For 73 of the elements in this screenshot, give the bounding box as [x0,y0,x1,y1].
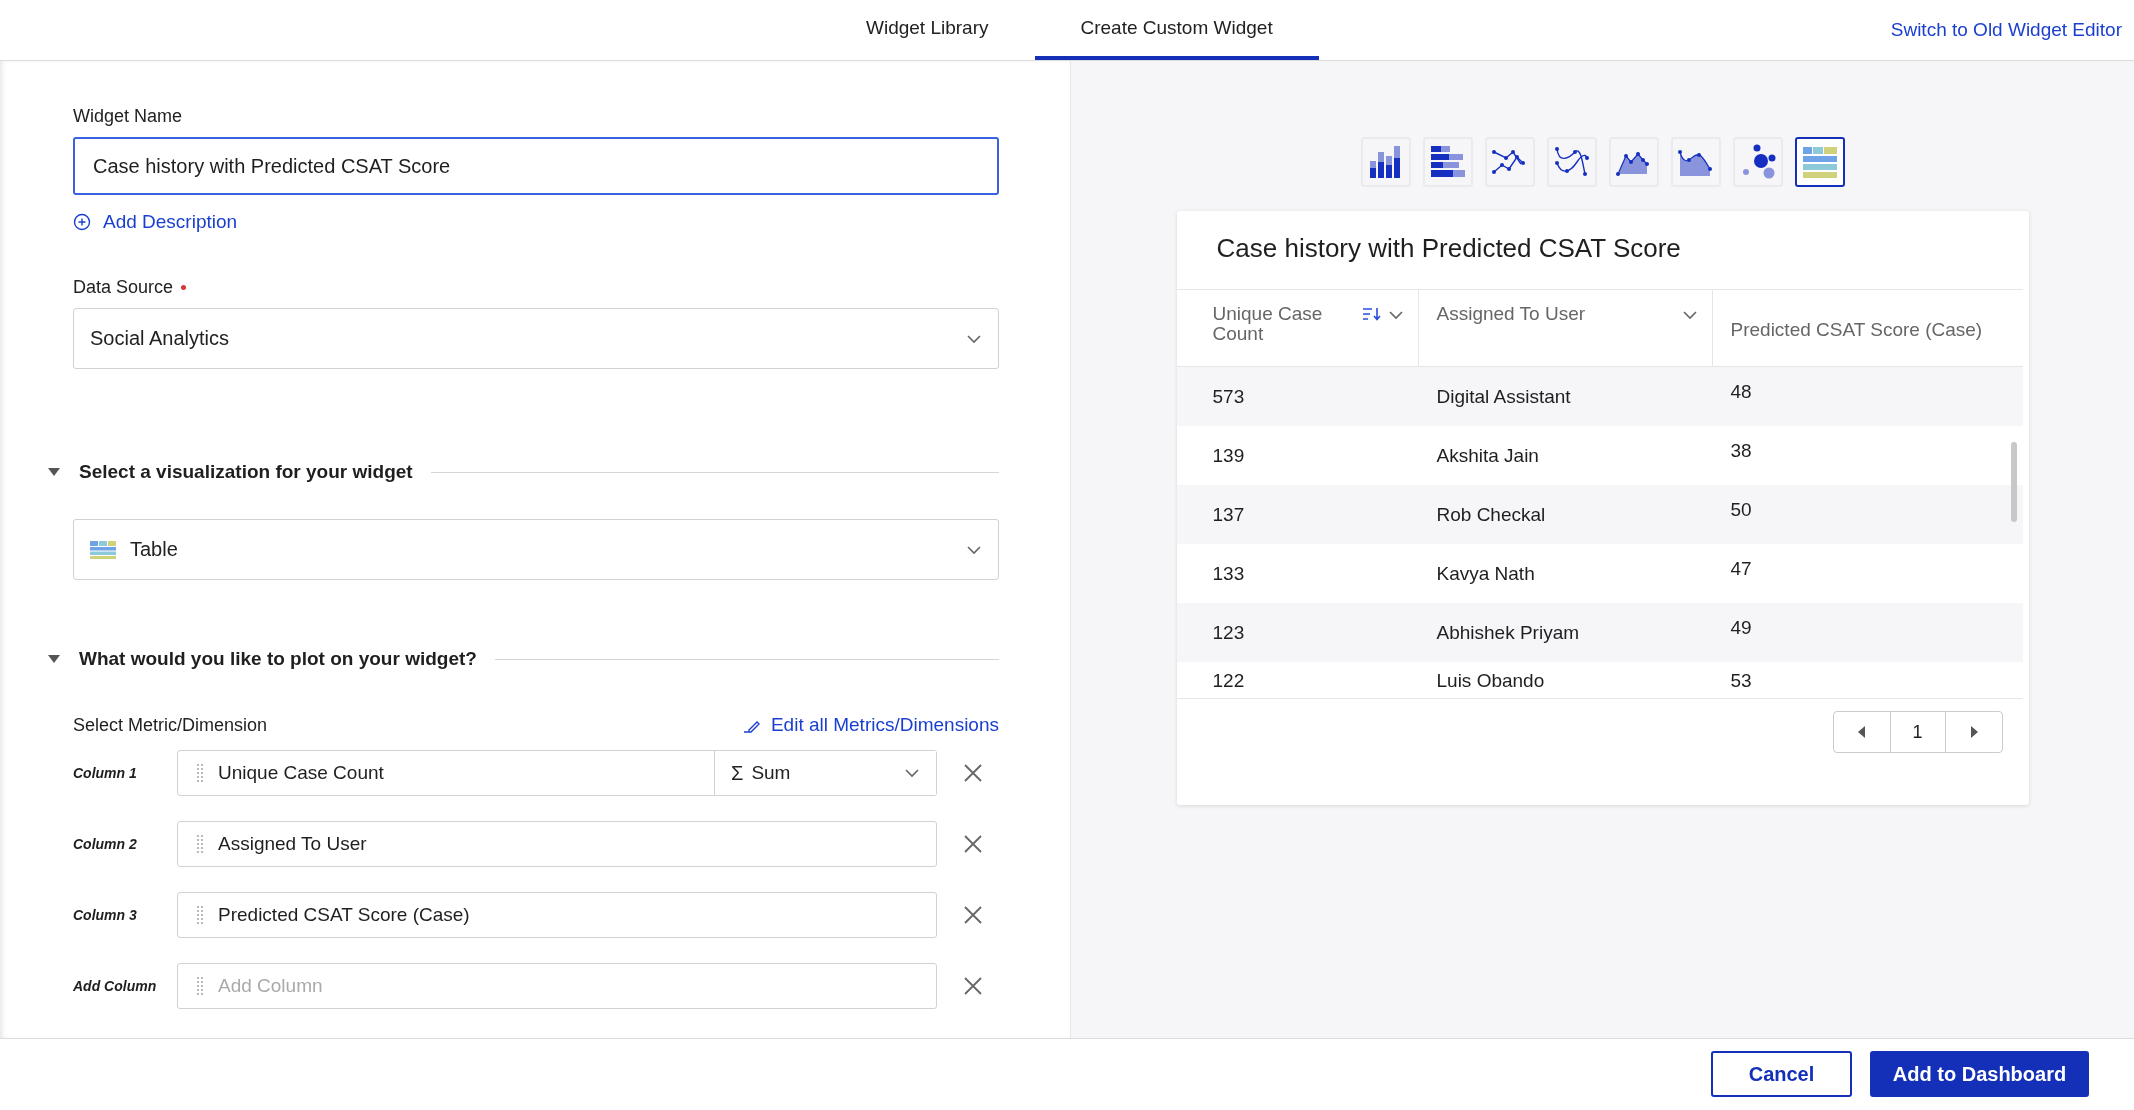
column-chart-button[interactable] [1360,137,1411,187]
table-cell-text: Akshita Jain [1435,444,1540,467]
table-cell-text: 38 [1729,439,1753,462]
column-label: Column 2 [73,836,138,852]
column-header[interactable]: Unique Case Count [1176,290,1419,366]
field-label: Widget Name [73,106,184,127]
caret-down-icon[interactable] [47,654,61,664]
editor-switch-link[interactable]: Switch to Old Widget Editor [1890,19,2122,41]
tab[interactable]: Widget Library [820,0,1035,60]
edit-metrics-link[interactable]: Edit all Metrics/Dimensions [742,714,999,736]
chevron-down-icon [966,544,982,555]
curved-area-chart-button[interactable] [1670,137,1721,187]
area-chart-button[interactable] [1608,137,1659,187]
column-label: Column 3 [73,907,138,923]
drag-handle-icon [196,905,204,925]
field-label: Data Source [73,277,174,298]
table-icon [1800,144,1839,180]
chevron-down-icon [966,333,982,344]
table-cell-text: 48 [1729,380,1753,403]
widget-title: Case history with Predicted CSAT Score [1215,232,1682,265]
table-cell-text: Digital Assistant [1435,385,1572,408]
add-button[interactable]: Add to Dashboard [1870,1051,2089,1097]
cancel-button[interactable]: Cancel [1711,1051,1852,1097]
table-cell-text: 133 [1211,562,1246,585]
close-icon[interactable] [963,905,983,925]
close-icon[interactable] [963,834,983,854]
close-icon[interactable] [963,763,983,783]
table-cell-text: Kavya Nath [1435,562,1536,585]
table-cell-text: 47 [1729,557,1753,580]
table-cell-text: Rob Checkal [1435,503,1547,526]
table-cell-text: 573 [1211,385,1246,408]
plus-circle-icon [73,213,91,231]
column-label: Add Column [73,978,158,994]
close-icon[interactable] [963,976,983,996]
widget-name-field[interactable]: Case history with Predicted CSAT Score [73,137,999,195]
section-title: What would you like to plot on your widget? [79,648,477,670]
drag-handle-icon [196,976,204,996]
subsection-label: Select Metric/Dimension [73,714,268,736]
line-chart-button[interactable] [1484,137,1535,187]
bar-chart-button[interactable] [1422,137,1473,187]
add-description-link[interactable]: Add Description [73,211,238,233]
table-icon [90,540,116,559]
table-cell-text: 50 [1729,498,1753,521]
caret-right-icon [1968,725,1979,739]
table-cell-text: Luis Obando [1435,669,1546,692]
section-title: Select a visualization for your widget [79,461,413,483]
column-field[interactable]: Assigned To User [177,821,937,867]
aggregation-dropdown[interactable]: Σ Sum [714,751,936,795]
data-source-dropdown[interactable]: Social Analytics [73,308,999,369]
drag-handle-icon [196,763,204,783]
caret-left-icon [1856,725,1867,739]
chevron-down-icon [904,768,920,778]
table-cell-text: Abhishek Priyam [1435,621,1581,644]
table-cell-text: 137 [1211,503,1246,526]
bar-chart-icon [1428,144,1467,180]
table-cell-text: 123 [1211,621,1246,644]
column-label: Column 1 [73,765,138,781]
table-cell-text: 53 [1729,669,1753,692]
page-number: 1 [1889,712,1946,752]
column-header[interactable]: Assigned To User [1418,290,1713,366]
drag-handle-icon [196,834,204,854]
table-cell-text: 139 [1211,444,1246,467]
scrollbar[interactable] [2010,442,2017,522]
caret-down-icon[interactable] [47,467,61,477]
table-button[interactable] [1794,137,1845,187]
curve-chart-button[interactable] [1546,137,1597,187]
bubble-chart-button[interactable] [1732,137,1783,187]
column-field[interactable]: Unique Case Count Σ Sum [177,750,937,796]
table-cell-text: 49 [1729,616,1753,639]
visualization-dropdown[interactable]: Table [73,519,999,580]
column-header[interactable]: Predicted CSAT Score (Case) [1712,290,2023,366]
column-field[interactable]: Predicted CSAT Score (Case) [177,892,937,938]
table-cell-text: 122 [1211,669,1246,692]
